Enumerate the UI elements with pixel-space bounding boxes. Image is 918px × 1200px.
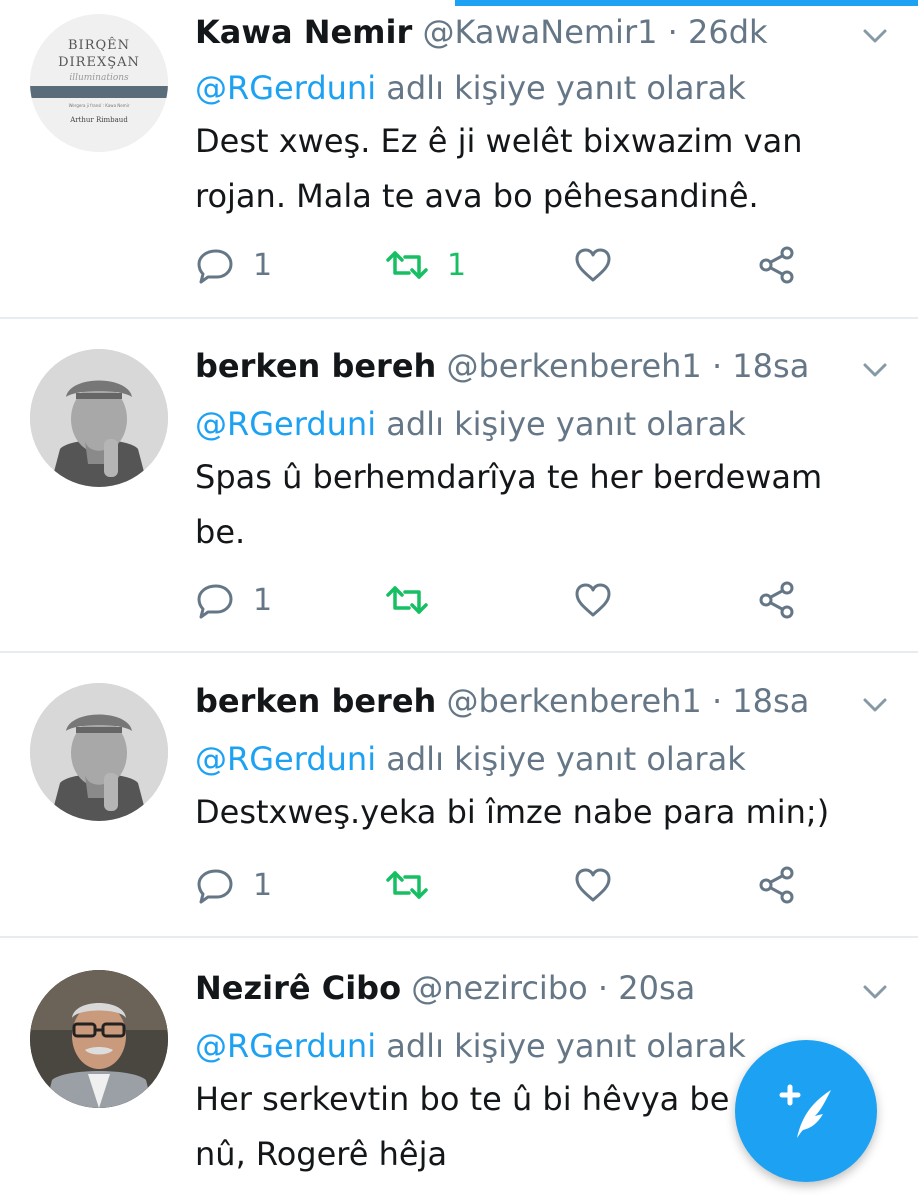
reply-count: 1 (253, 582, 273, 618)
chevron-down-icon[interactable] (860, 24, 890, 48)
chevron-down-icon[interactable] (860, 358, 890, 382)
reply-mention-link[interactable]: @RGerduni (195, 740, 376, 778)
chevron-down-icon[interactable] (860, 980, 890, 1004)
reply-count: 1 (253, 867, 273, 903)
like-button[interactable] (573, 243, 613, 287)
timestamp[interactable]: 18sa (732, 682, 809, 720)
reply-context-label: adlı kişiye yanıt olarak (386, 740, 746, 778)
share-button[interactable] (757, 863, 797, 907)
reply-context: @RGerduni adlı kişiye yanıt olarak (195, 739, 746, 779)
tweet-actions: 1 1 (195, 243, 815, 287)
chevron-down-icon[interactable] (860, 693, 890, 717)
tweet-header: berken bereh @berkenbereh1 · 18sa (195, 347, 810, 385)
reply-count: 1 (253, 247, 273, 283)
book-title-line2: DIREXŞAN (58, 55, 140, 70)
reply-mention-link[interactable]: @RGerduni (195, 69, 376, 107)
timestamp[interactable]: 18sa (732, 347, 809, 385)
share-icon (759, 246, 794, 284)
reply-button[interactable]: 1 (195, 578, 272, 622)
tweet[interactable]: BIRQÊN DIREXŞAN illuminations Wergera ji… (0, 0, 918, 319)
user-handle[interactable]: @nezircibo (411, 969, 587, 1007)
reply-context: @RGerduni adlı kişiye yanıt olarak (195, 1026, 746, 1066)
tweet-text-line: be. (195, 513, 246, 551)
reply-context: @RGerduni adlı kişiye yanıt olarak (195, 68, 746, 108)
reply-context-label: adlı kişiye yanıt olarak (386, 69, 746, 107)
share-icon (759, 581, 794, 619)
compose-feather-icon (779, 1084, 831, 1138)
reply-context: @RGerduni adlı kişiye yanıt olarak (195, 404, 746, 444)
avatar[interactable] (30, 683, 168, 821)
book-subtitle: illuminations (69, 73, 129, 83)
tweet-text-line: Dest xweş. Ez ê ji welêt bixwazim van (195, 122, 803, 160)
heart-icon (575, 868, 611, 902)
heart-icon (575, 248, 611, 282)
reply-context-label: adlı kişiye yanıt olarak (386, 1027, 746, 1065)
reply-icon (197, 584, 233, 619)
share-icon (759, 866, 794, 904)
like-button[interactable] (573, 863, 613, 907)
tweet-actions: 1 (195, 578, 815, 622)
tweet-text: Destxweş.yeka bi îmze nabe para min;) (195, 785, 855, 840)
tweet-text-line: Spas û berhemdarîya te her berdewam (195, 458, 823, 496)
reply-mention-link[interactable]: @RGerduni (195, 1027, 376, 1065)
tweet-header: Nezirê Cibo @nezircibo · 20sa (195, 969, 696, 1007)
user-handle[interactable]: @berkenbereh1 (446, 682, 701, 720)
reply-mention-link[interactable]: @RGerduni (195, 405, 376, 443)
user-handle[interactable]: @berkenbereh1 (446, 347, 701, 385)
retweet-button[interactable] (385, 863, 447, 907)
user-handle[interactable]: @KawaNemir1 (422, 13, 657, 51)
display-name[interactable]: Kawa Nemir (195, 13, 412, 51)
retweet-icon (386, 871, 428, 899)
display-name[interactable]: Nezirê Cibo (195, 969, 401, 1007)
timestamp[interactable]: 26dk (688, 13, 768, 51)
avatar[interactable]: BIRQÊN DIREXŞAN illuminations Wergera ji… (30, 14, 168, 152)
retweet-button[interactable]: 1 (385, 243, 466, 287)
tweet[interactable]: berken bereh @berkenbereh1 · 18sa @RGerd… (0, 653, 918, 938)
avatar[interactable] (30, 349, 168, 487)
retweet-icon (386, 251, 428, 279)
tweet-header: berken bereh @berkenbereh1 · 18sa (195, 682, 810, 720)
tweet-header: Kawa Nemir @KawaNemir1 · 26dk (195, 13, 768, 51)
share-button[interactable] (757, 578, 797, 622)
tweet[interactable]: berken bereh @berkenbereh1 · 18sa @RGerd… (0, 319, 918, 653)
display-name[interactable]: berken bereh (195, 347, 436, 385)
tweet-text-line: Destxweş.yeka bi îmze nabe para min;) (195, 793, 830, 831)
compose-tweet-button[interactable] (735, 1040, 877, 1182)
tweet-text: Dest xweş. Ez ê ji welêt bixwazim van ro… (195, 114, 855, 224)
retweet-icon (386, 586, 428, 614)
tweet-text: Spas û berhemdarîya te her berdewam be. (195, 450, 855, 560)
reply-button[interactable]: 1 (195, 863, 272, 907)
retweet-button[interactable] (385, 578, 447, 622)
like-button[interactable] (573, 578, 613, 622)
book-title-line1: BIRQÊN (68, 37, 130, 53)
tweet-text-line: rojan. Mala te ava bo pêhesandinê. (195, 177, 759, 215)
reply-icon (197, 249, 233, 284)
display-name[interactable]: berken bereh (195, 682, 436, 720)
reply-context-label: adlı kişiye yanıt olarak (386, 405, 746, 443)
tweet-actions: 1 (195, 863, 815, 907)
reply-button[interactable]: 1 (195, 243, 272, 287)
timestamp[interactable]: 20sa (618, 969, 695, 1007)
share-button[interactable] (757, 243, 797, 287)
avatar[interactable] (30, 970, 168, 1108)
retweet-count: 1 (447, 247, 467, 283)
book-translator: Wergera ji fransî : Kawa Nemir (69, 103, 130, 108)
reply-icon (197, 869, 233, 904)
book-author: Arthur Rimbaud (69, 116, 128, 124)
heart-icon (575, 583, 611, 617)
